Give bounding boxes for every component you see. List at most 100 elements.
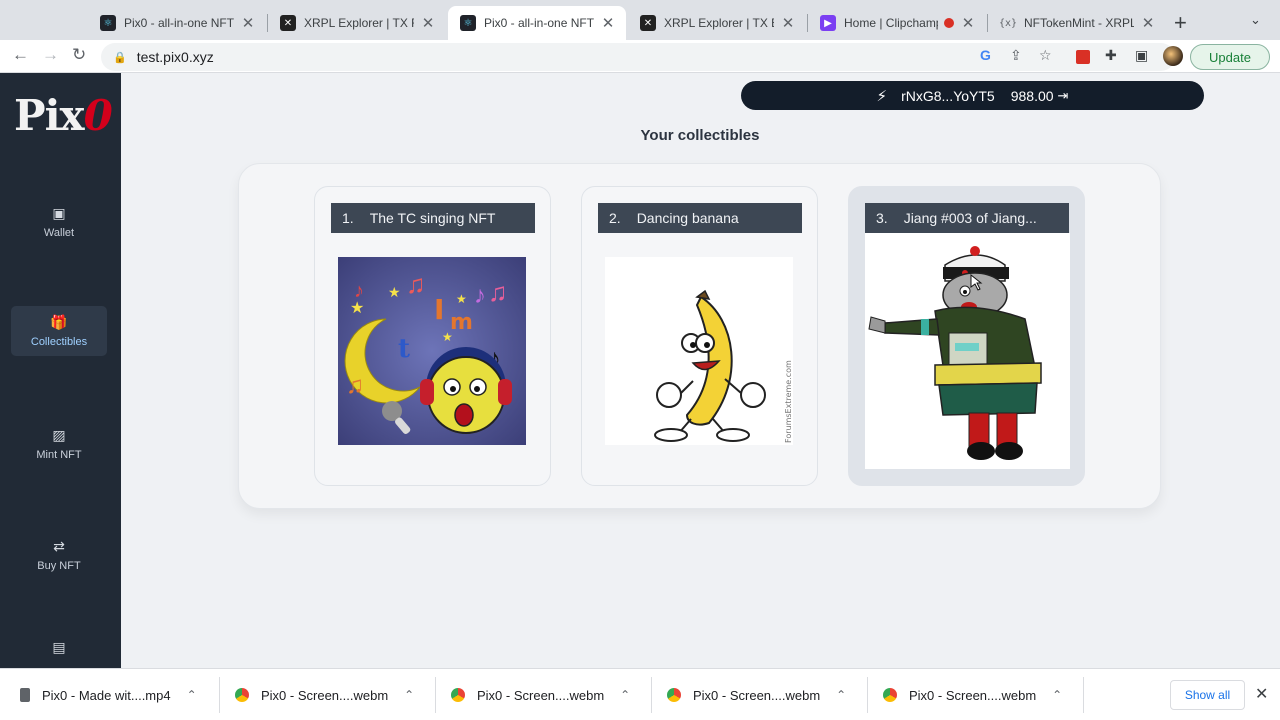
- xrpl-icon: ✕: [640, 15, 656, 31]
- update-button[interactable]: Update: [1190, 44, 1270, 70]
- close-tab-icon[interactable]: ✕: [240, 14, 256, 32]
- wallet-address: rNxG8...YoYT5: [901, 87, 995, 104]
- nft-image-dancing-banana[interactable]: ForumsExtreme.com: [605, 257, 793, 445]
- svg-text:★: ★: [456, 292, 467, 306]
- chevron-up-icon[interactable]: ⌃: [187, 688, 197, 702]
- download-item[interactable]: Pix0 - Screen....webm ⌃: [235, 669, 414, 720]
- sidebar-item-buy-nft[interactable]: ⇄ Buy NFT: [11, 530, 107, 580]
- new-tab-icon[interactable]: +: [1174, 10, 1187, 36]
- collectible-card[interactable]: 1. The TC singing NFT t I m ♪ ♫ ♪ ♫ ♫ ♪ …: [314, 186, 551, 486]
- logout-icon[interactable]: ⇥: [1058, 88, 1069, 104]
- page-title: Your collectibles: [640, 127, 760, 144]
- close-icon[interactable]: ✕: [1255, 684, 1268, 704]
- download-name: Pix0 - Screen....webm: [477, 687, 605, 703]
- sidebar-item-label: Buy NFT: [37, 560, 81, 572]
- collectible-card[interactable]: 2. Dancing banana ForumsExtreme.com: [581, 186, 818, 486]
- download-item[interactable]: Pix0 - Made wit....mp4 ⌃: [20, 669, 197, 720]
- divider: [1083, 677, 1084, 713]
- react-icon: ⚛: [460, 15, 476, 31]
- share-icon[interactable]: ⇪: [1010, 47, 1022, 64]
- card-number: 1.: [342, 210, 354, 226]
- sidebar: Pix0 ▣ Wallet 🎁 Collectibles ▨ Mint NFT …: [0, 73, 121, 668]
- download-name: Pix0 - Screen....webm: [909, 687, 1037, 703]
- sidebar-item-more[interactable]: ▤: [11, 639, 107, 669]
- tab-title: Pix0 - all-in-one NFT w: [484, 16, 594, 30]
- svg-text:★: ★: [388, 284, 401, 300]
- svg-text:t: t: [398, 334, 410, 364]
- close-tab-icon[interactable]: ✕: [960, 14, 976, 32]
- card-title: Dancing banana: [636, 210, 739, 226]
- download-item[interactable]: Pix0 - Screen....webm ⌃: [883, 669, 1062, 720]
- reload-icon[interactable]: ↻: [72, 45, 86, 65]
- browser-tab[interactable]: ▶ Home | Clipchamp ✕: [808, 6, 986, 40]
- browser-tab[interactable]: ✕ XRPL Explorer | TX BBE ✕: [628, 6, 806, 40]
- card-title: Jiang #003 of Jiang...: [903, 210, 1037, 226]
- sidebar-item-mint-nft[interactable]: ▨ Mint NFT: [11, 419, 107, 469]
- forward-arrow-icon[interactable]: →: [42, 45, 59, 65]
- svg-text:★: ★: [350, 300, 364, 317]
- chrome-icon: [667, 688, 681, 702]
- image-icon: ▨: [52, 427, 66, 443]
- svg-text:I: I: [434, 293, 444, 326]
- divider: [867, 677, 868, 713]
- nft-image-jiang[interactable]: [865, 233, 1070, 469]
- close-tab-icon[interactable]: ✕: [780, 14, 796, 32]
- side-panel-icon[interactable]: ▣: [1135, 47, 1148, 64]
- chevron-up-icon[interactable]: ⌃: [404, 688, 414, 702]
- download-item[interactable]: Pix0 - Screen....webm ⌃: [451, 669, 630, 720]
- pix0-logo[interactable]: Pix0: [14, 91, 113, 140]
- logo-text: Pix: [14, 91, 85, 140]
- browser-tab[interactable]: ⚛ Pix0 - all-in-one NFT w ✕: [88, 6, 266, 40]
- sidebar-item-collectibles[interactable]: 🎁 Collectibles: [11, 306, 107, 356]
- download-name: Pix0 - Made wit....mp4: [42, 687, 171, 703]
- card-title: The TC singing NFT: [369, 210, 496, 226]
- svg-text:♫: ♫: [346, 372, 364, 399]
- browser-tab-active[interactable]: ⚛ Pix0 - all-in-one NFT w ✕: [448, 6, 626, 40]
- extensions-puzzle-icon[interactable]: ✚: [1105, 47, 1117, 64]
- plug-icon: ⚡: [876, 87, 888, 105]
- download-item[interactable]: Pix0 - Screen....webm ⌃: [667, 669, 846, 720]
- wallet-status-bar[interactable]: ⚡ rNxG8...YoYT5 988.00 ⇥: [741, 81, 1204, 110]
- sidebar-item-label: Collectibles: [30, 336, 88, 348]
- card-number: 3.: [876, 210, 888, 226]
- google-icon[interactable]: G: [980, 47, 991, 63]
- back-arrow-icon[interactable]: ←: [12, 45, 29, 65]
- download-name: Pix0 - Screen....webm: [693, 687, 821, 703]
- card-number: 2.: [609, 210, 621, 226]
- svg-text:m: m: [450, 310, 473, 335]
- svg-text:♪: ♪: [474, 282, 486, 309]
- close-tab-icon[interactable]: ✕: [1140, 14, 1156, 32]
- sidebar-item-label: Wallet: [43, 227, 75, 239]
- wallet-balance: 988.00: [1010, 87, 1054, 104]
- swap-icon: ⇄: [53, 538, 65, 554]
- svg-text:★: ★: [442, 330, 453, 344]
- chevron-up-icon[interactable]: ⌃: [1052, 688, 1062, 702]
- profile-avatar[interactable]: [1163, 46, 1183, 66]
- card-title-bar: 3. Jiang #003 of Jiang...: [865, 203, 1069, 233]
- url-text: test.pix0.xyz: [136, 49, 214, 65]
- show-all-button[interactable]: Show all: [1170, 680, 1245, 710]
- browser-tab[interactable]: {x} NFTokenMint - XRPL.o ✕: [988, 6, 1166, 40]
- browser-tab[interactable]: ✕ XRPL Explorer | TX F4A ✕: [268, 6, 446, 40]
- collectible-card[interactable]: 3. Jiang #003 of Jiang...: [848, 186, 1085, 486]
- wallet-icon: ▣: [52, 205, 66, 221]
- nft-image-singing[interactable]: t I m ♪ ♫ ♪ ♫ ♫ ♪ ★ ★ ★ ★: [338, 257, 526, 445]
- document-icon: ▤: [52, 639, 66, 655]
- chevron-up-icon[interactable]: ⌃: [620, 688, 630, 702]
- close-tab-icon[interactable]: ✕: [600, 14, 616, 32]
- bookmark-star-icon[interactable]: ☆: [1039, 47, 1052, 64]
- sidebar-item-wallet[interactable]: ▣ Wallet: [11, 197, 107, 247]
- extension-red-icon[interactable]: [1076, 50, 1090, 64]
- download-name: Pix0 - Screen....webm: [261, 687, 389, 703]
- browser-toolbar: ← → ↻ 🔒 test.pix0.xyz G ⇪ ☆ ✚ ▣ Update: [0, 40, 1280, 73]
- divider: [651, 677, 652, 713]
- react-icon: ⚛: [100, 15, 116, 31]
- card-title-bar: 1. The TC singing NFT: [331, 203, 535, 233]
- tab-title: Pix0 - all-in-one NFT w: [124, 16, 234, 30]
- close-tab-icon[interactable]: ✕: [420, 14, 436, 32]
- chrome-icon: [883, 688, 897, 702]
- downloads-bar: Pix0 - Made wit....mp4 ⌃ Pix0 - Screen..…: [0, 668, 1280, 720]
- chevron-up-icon[interactable]: ⌃: [836, 688, 846, 702]
- tab-title: XRPL Explorer | TX F4A: [304, 16, 414, 30]
- tab-search-chevron-icon[interactable]: ⌄: [1250, 12, 1261, 28]
